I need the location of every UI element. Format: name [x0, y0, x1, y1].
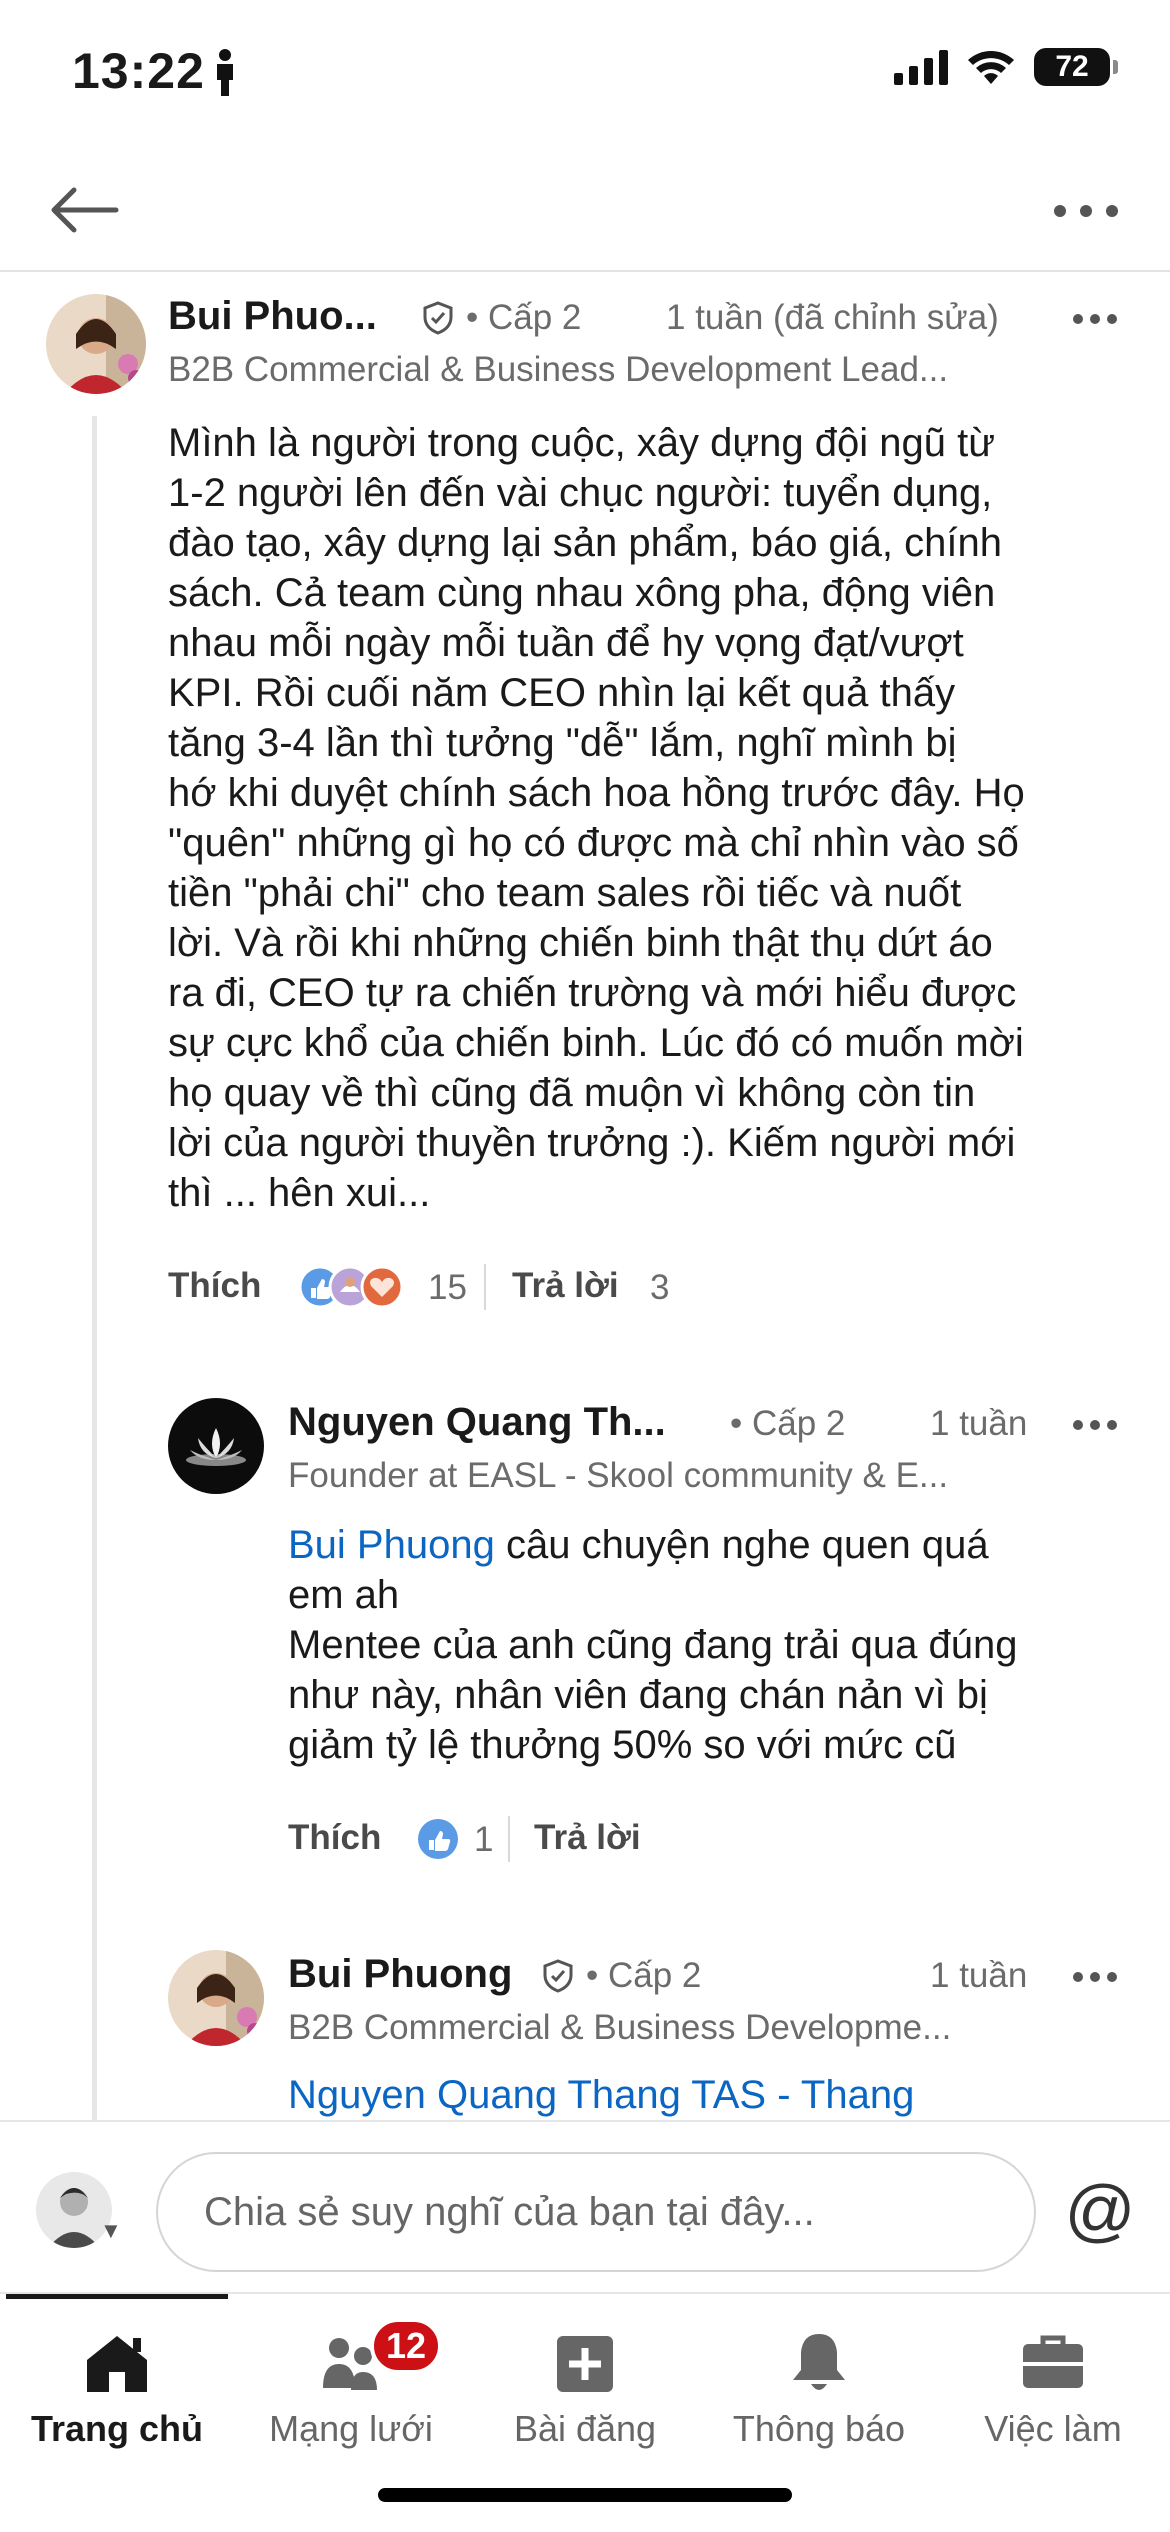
post-icon — [557, 2336, 613, 2392]
home-icon — [87, 2336, 147, 2392]
cellular-signal-icon — [894, 49, 948, 85]
reply-count[interactable]: 3 — [650, 1268, 669, 1308]
tab-post[interactable]: Bài đăng — [468, 2314, 702, 2454]
top-navbar — [0, 150, 1170, 272]
tab-network[interactable]: 12 Mạng lưới — [234, 2314, 468, 2454]
person-activity-icon — [217, 49, 233, 96]
comment-composer: ▼ Chia sẻ suy nghĩ của bạn tại đây... @ — [0, 2120, 1170, 2292]
tab-label: Thông báo — [732, 2408, 906, 2449]
comment-thread: Bui Phuo... • Cấp 2 1 tuần (đã chỉnh sửa… — [0, 274, 1170, 2120]
status-bar: 13:22 72 — [0, 0, 1170, 150]
avatar[interactable] — [168, 1950, 264, 2046]
notification-badge: 12 — [370, 2318, 443, 2374]
comment-time: 1 tuần — [930, 1404, 1028, 1443]
reaction-icons[interactable] — [296, 1264, 416, 1310]
like-button[interactable]: Thích — [288, 1818, 381, 1858]
status-time: 13:22 — [72, 43, 205, 99]
comment-more-icon[interactable] — [1070, 1962, 1120, 1992]
action-divider — [484, 1264, 486, 1310]
avatar[interactable] — [46, 294, 146, 394]
verified-shield-icon — [543, 1959, 573, 1993]
wifi-icon — [968, 51, 1014, 84]
reaction-count[interactable]: 1 — [474, 1820, 493, 1860]
bell-icon — [793, 2334, 845, 2390]
comment-time: 1 tuần — [930, 1956, 1028, 1995]
comment-author-name[interactable]: Nguyen Quang Th... — [288, 1400, 666, 1445]
tab-home[interactable]: Trang chủ — [0, 2314, 234, 2454]
comment-input[interactable]: Chia sẻ suy nghĩ của bạn tại đây... — [156, 2152, 1036, 2272]
tab-label: Bài đăng — [513, 2408, 657, 2449]
mention-link[interactable]: Nguyen Quang Thang TAS - Thang — [288, 2073, 914, 2117]
reply-button[interactable]: Trả lời — [512, 1266, 619, 1306]
briefcase-icon — [1023, 2335, 1083, 2388]
author-headline: B2B Commercial & Business Developme... — [288, 2008, 952, 2047]
comment-more-icon[interactable] — [1070, 304, 1120, 334]
comment-author-name[interactable]: Bui Phuong — [288, 1952, 512, 1997]
thread-line — [92, 416, 97, 2120]
connection-degree: • Cấp 2 — [586, 1956, 702, 1995]
comment-text: Nguyen Quang Thang TAS - Thang — [288, 2070, 1148, 2120]
back-arrow-icon[interactable] — [44, 180, 124, 240]
tab-notifications[interactable]: Thông báo — [702, 2314, 936, 2454]
comment-time: 1 tuần (đã chỉnh sửa) — [666, 298, 999, 337]
tab-jobs[interactable]: Việc làm — [936, 2314, 1170, 2454]
reaction-count[interactable]: 15 — [428, 1268, 467, 1308]
tab-label: Trang chủ — [30, 2408, 204, 2449]
reply-button[interactable]: Trả lời — [534, 1818, 641, 1858]
comment-author-name[interactable]: Bui Phuo... — [168, 294, 377, 339]
author-headline: B2B Commercial & Business Development Le… — [168, 350, 949, 389]
mention-link[interactable]: Bui Phuong — [288, 1523, 495, 1567]
comment-text: Bui Phuong câu chuyện nghe quen quá em a… — [288, 1520, 1148, 1770]
chevron-down-icon[interactable]: ▼ — [100, 2218, 122, 2244]
battery-icon: 72 — [1034, 48, 1118, 86]
reaction-icons[interactable] — [414, 1816, 464, 1862]
action-divider — [508, 1816, 510, 1862]
home-indicator[interactable] — [378, 2488, 792, 2502]
comment-text: Mình là người trong cuộc, xây dựng đội n… — [168, 421, 1025, 1215]
active-tab-indicator — [6, 2294, 228, 2299]
mention-at-icon[interactable]: @ — [1060, 2170, 1140, 2250]
like-button[interactable]: Thích — [168, 1266, 261, 1306]
author-headline: Founder at EASL - Skool community & E... — [288, 1456, 949, 1495]
avatar[interactable] — [168, 1398, 264, 1494]
tab-label: Việc làm — [984, 2408, 1122, 2449]
connection-degree: • Cấp 2 — [466, 298, 582, 337]
more-options-icon[interactable] — [1046, 186, 1126, 236]
tab-label: Mạng lưới — [269, 2408, 433, 2449]
verified-shield-icon — [423, 301, 453, 335]
connection-degree: • Cấp 2 — [730, 1404, 846, 1443]
comment-more-icon[interactable] — [1070, 1410, 1120, 1440]
